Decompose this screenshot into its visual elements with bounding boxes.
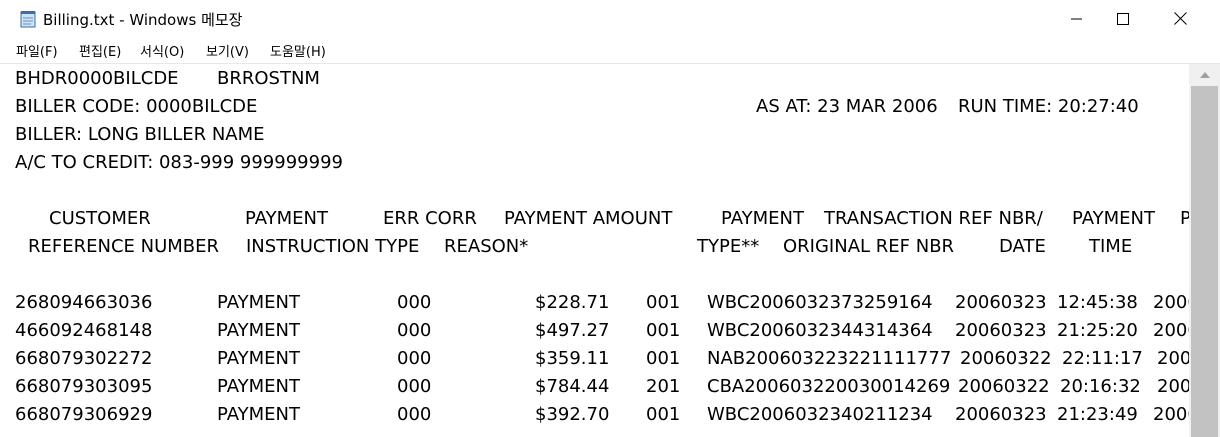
- row-instruction: PAYMENT: [217, 320, 300, 341]
- row-instruction: PAYMENT: [217, 292, 300, 313]
- row-type: 001: [646, 404, 681, 425]
- row-extra: 200: [1157, 376, 1189, 397]
- row-txn: WBC2006032344314364: [707, 320, 933, 341]
- row-txn: CBA200603220030014269: [707, 376, 951, 397]
- row-time: 12:45:38: [1057, 292, 1138, 313]
- row-extra: 2006: [1153, 292, 1189, 313]
- table-row: 668079306929 PAYMENT 000 $392.70 001 WBC…: [0, 401, 1189, 429]
- menu-edit[interactable]: 편집(E): [79, 41, 121, 60]
- col-payment-type: PAYMENT: [721, 208, 804, 229]
- window-title: Billing.txt - Windows 메모장: [43, 11, 243, 29]
- row-date: 20060323: [955, 404, 1047, 425]
- row-time: 21:23:49: [1057, 404, 1138, 425]
- row-date: 20060323: [955, 292, 1047, 313]
- row-instruction: PAYMENT: [217, 376, 300, 397]
- notepad-icon: [20, 11, 36, 28]
- row-amount: $497.27: [535, 320, 610, 341]
- row-ref: 668079303095: [15, 376, 153, 397]
- col-reference-number: REFERENCE NUMBER: [28, 236, 220, 257]
- col-time: TIME: [1089, 236, 1133, 257]
- biller-name: BILLER: LONG BILLER NAME: [15, 124, 265, 145]
- row-type: 001: [646, 348, 681, 369]
- row-date: 20060323: [955, 320, 1047, 341]
- col-reason: REASON*: [444, 236, 529, 257]
- row-extra: 2006: [1153, 320, 1189, 341]
- header-name: BRROSTNM: [217, 68, 320, 89]
- run-time: RUN TIME: 20:27:40: [958, 96, 1139, 117]
- minimize-button[interactable]: [1052, 0, 1102, 37]
- col-original-ref: ORIGINAL REF NBR: [783, 236, 955, 257]
- close-icon: [1173, 12, 1187, 25]
- row-txn: NAB200603223221111777: [707, 348, 952, 369]
- row-extra: 2006: [1153, 404, 1189, 425]
- close-button[interactable]: [1155, 0, 1205, 37]
- menu-help[interactable]: 도움말(H): [270, 41, 326, 60]
- menu-view[interactable]: 보기(V): [206, 41, 249, 60]
- account-to-credit: A/C TO CREDIT: 083-999 999999999: [15, 152, 343, 173]
- title-bar[interactable]: Billing.txt - Windows 메모장: [0, 0, 1220, 37]
- row-type: 201: [646, 376, 681, 397]
- row-ref: 668079306929: [15, 404, 153, 425]
- row-ref: 466092468148: [15, 320, 153, 341]
- row-txn: WBC2006032340211234: [707, 404, 933, 425]
- maximize-icon: [1117, 12, 1129, 25]
- table-row: 668079302272 PAYMENT 000 $359.11 001 NAB…: [0, 345, 1189, 373]
- row-amount: $359.11: [535, 348, 610, 369]
- minimize-icon: [1071, 18, 1082, 19]
- col-err-corr: ERR CORR: [383, 208, 477, 229]
- row-txn: WBC2006032373259164: [707, 292, 933, 313]
- row-err: 000: [397, 320, 432, 341]
- col-cut: P: [1180, 208, 1189, 229]
- row-amount: $392.70: [535, 404, 610, 425]
- row-type: 001: [646, 292, 681, 313]
- row-instruction: PAYMENT: [217, 404, 300, 425]
- col-payment-date: PAYMENT: [1072, 208, 1155, 229]
- header-line-1: BHDR0000BILCDE BRROSTNM: [0, 65, 1189, 93]
- table-row: 668079303095 PAYMENT 000 $784.44 201 CBA…: [0, 373, 1189, 401]
- row-err: 000: [397, 376, 432, 397]
- biller-code: BILLER CODE: 0000BILCDE: [15, 96, 258, 117]
- column-header-row-2: REFERENCE NUMBER INSTRUCTION TYPE REASON…: [0, 233, 1189, 261]
- row-err: 000: [397, 404, 432, 425]
- header-line-2: BILLER CODE: 0000BILCDE AS AT: 23 MAR 20…: [0, 93, 1189, 121]
- row-amount: $228.71: [535, 292, 610, 313]
- header-code: BHDR0000BILCDE: [15, 68, 179, 89]
- column-header-row-1: CUSTOMER PAYMENT ERR CORR PAYMENT AMOUNT…: [0, 205, 1189, 233]
- chevron-up-icon: [1199, 72, 1210, 78]
- vertical-scrollbar[interactable]: [1189, 64, 1220, 437]
- row-ref: 268094663036: [15, 292, 153, 313]
- as-at: AS AT: 23 MAR 2006: [756, 96, 938, 117]
- col-instruction-type: INSTRUCTION TYPE: [246, 236, 420, 257]
- scroll-up-button[interactable]: [1189, 64, 1220, 86]
- row-err: 000: [397, 292, 432, 313]
- header-line-3: BILLER: LONG BILLER NAME: [0, 121, 1189, 149]
- row-instruction: PAYMENT: [217, 348, 300, 369]
- col-payment: PAYMENT: [245, 208, 328, 229]
- col-date: DATE: [999, 236, 1046, 257]
- menu-format[interactable]: 서식(O): [140, 41, 184, 60]
- scroll-thumb[interactable]: [1191, 86, 1218, 437]
- row-err: 000: [397, 348, 432, 369]
- row-type: 001: [646, 320, 681, 341]
- col-type: TYPE**: [697, 236, 760, 257]
- col-payment-amount: PAYMENT AMOUNT: [504, 208, 673, 229]
- row-amount: $784.44: [535, 376, 610, 397]
- menu-file[interactable]: 파일(F): [16, 41, 58, 60]
- row-ref: 668079302272: [15, 348, 153, 369]
- row-date: 20060322: [958, 376, 1050, 397]
- row-time: 21:25:20: [1057, 320, 1138, 341]
- maximize-button[interactable]: [1098, 0, 1148, 37]
- row-time: 20:16:32: [1060, 376, 1141, 397]
- table-row: 268094663036 PAYMENT 000 $228.71 001 WBC…: [0, 289, 1189, 317]
- row-extra: 200: [1157, 348, 1189, 369]
- col-customer: CUSTOMER: [49, 208, 151, 229]
- row-date: 20060322: [960, 348, 1052, 369]
- menu-bar: 파일(F) 편집(E) 서식(O) 보기(V) 도움말(H): [0, 37, 1220, 64]
- text-editor[interactable]: BHDR0000BILCDE BRROSTNM BILLER CODE: 000…: [0, 64, 1189, 437]
- table-row: 466092468148 PAYMENT 000 $497.27 001 WBC…: [0, 317, 1189, 345]
- row-time: 22:11:17: [1062, 348, 1143, 369]
- header-line-4: A/C TO CREDIT: 083-999 999999999: [0, 149, 1189, 177]
- col-transaction-ref: TRANSACTION REF NBR/: [824, 208, 1043, 229]
